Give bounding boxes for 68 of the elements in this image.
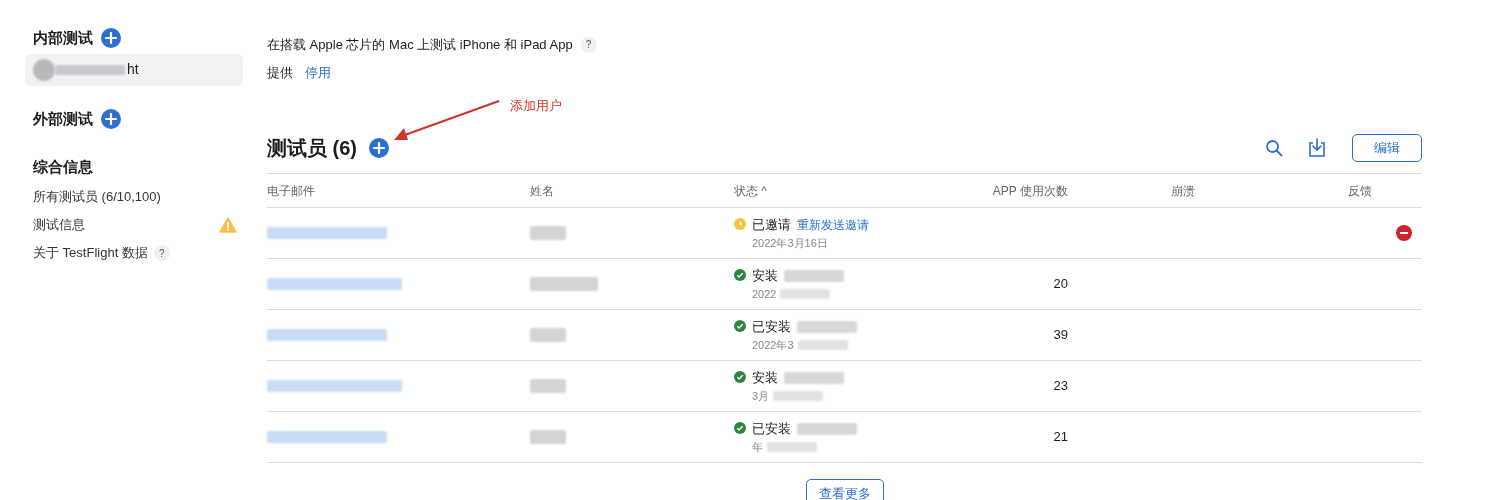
add-icon[interactable] — [369, 138, 389, 158]
redacted-text — [784, 371, 844, 384]
usage-count: 39 — [1052, 326, 1068, 345]
column-header: APP 使用次数 — [991, 182, 1068, 200]
column-header: 崩溃 — [1170, 182, 1196, 200]
section-title: 综合信息 — [33, 157, 93, 177]
redacted-text — [797, 339, 848, 350]
sidebar-item[interactable]: 关于 TestFlight 数据 ? — [25, 242, 243, 264]
status-text: 已安装 — [752, 318, 791, 336]
usage-count: 23 — [1052, 377, 1068, 396]
item-label: 所有测试员 (6/10,100) — [33, 188, 161, 207]
redacted-text — [530, 430, 566, 444]
item-label: 关于 TestFlight 数据 — [33, 244, 148, 263]
date-text: 2022 — [752, 286, 777, 302]
redacted-text — [767, 441, 817, 452]
date-text: 2022年3 — [752, 337, 794, 353]
check-icon — [734, 371, 746, 383]
status-text: 安装 — [752, 267, 778, 285]
redacted-text — [530, 328, 566, 342]
section-title: 外部测试 — [33, 108, 93, 129]
add-icon[interactable] — [101, 28, 121, 49]
status-text: 安装 — [752, 369, 778, 387]
usage-count: 21 — [1052, 428, 1068, 447]
setting-label: 提供 — [267, 63, 293, 82]
redacted-text — [780, 288, 831, 299]
help-icon[interactable]: ? — [153, 245, 170, 261]
download-icon[interactable] — [1308, 138, 1326, 158]
clock-icon — [734, 218, 746, 230]
search-icon[interactable] — [1265, 139, 1283, 157]
date-text: 年 — [752, 439, 763, 455]
check-icon — [734, 422, 746, 434]
redacted-text — [530, 226, 566, 240]
redacted-text — [55, 64, 125, 75]
show-more-button[interactable]: 查看更多 — [805, 479, 884, 500]
column-header: 姓名 — [530, 182, 555, 200]
redacted-text — [773, 390, 824, 401]
status-text: 已安装 — [752, 420, 791, 438]
usage-count: 20 — [1052, 275, 1068, 294]
warning-icon — [219, 217, 237, 233]
avatar-icon — [33, 58, 55, 81]
description-text: 在搭载 Apple 芯片的 Mac 上测试 iPhone 和 iPad App — [267, 36, 573, 54]
remove-icon[interactable] — [1396, 225, 1412, 241]
column-header[interactable]: 状态 ^ — [734, 181, 934, 200]
sidebar-item[interactable]: ht — [25, 53, 243, 86]
date-text: 3月 — [752, 388, 770, 404]
redacted-text — [530, 277, 598, 291]
item-label: 测试信息 — [33, 216, 85, 235]
annotation-text: 添加用户 — [510, 97, 562, 115]
section-heading: 测试员 (6) — [267, 136, 357, 161]
section-title: 内部测试 — [33, 28, 93, 48]
redacted-text — [784, 269, 844, 282]
check-icon — [734, 269, 746, 281]
redacted-text — [797, 320, 857, 333]
resend-link[interactable]: 重新发送邀请 — [797, 215, 869, 234]
sidebar-item[interactable]: 测试信息 — [25, 214, 243, 236]
redacted-text — [797, 422, 857, 435]
column-header: 电子邮件 — [267, 182, 316, 200]
sidebar-item[interactable]: 所有测试员 (6/10,100) — [25, 186, 243, 208]
help-icon[interactable]: ? — [580, 36, 597, 53]
edit-button[interactable]: 编辑 — [1352, 134, 1422, 162]
column-header: 反馈 — [1347, 182, 1373, 200]
date-text: 2022年3月16日 — [752, 235, 828, 251]
add-icon[interactable] — [101, 108, 121, 129]
item-label: ht — [127, 60, 139, 79]
disable-link[interactable]: 停用 — [305, 62, 331, 82]
redacted-text — [530, 379, 566, 393]
check-icon — [734, 320, 746, 332]
status-text: 已邀请 — [752, 216, 791, 234]
